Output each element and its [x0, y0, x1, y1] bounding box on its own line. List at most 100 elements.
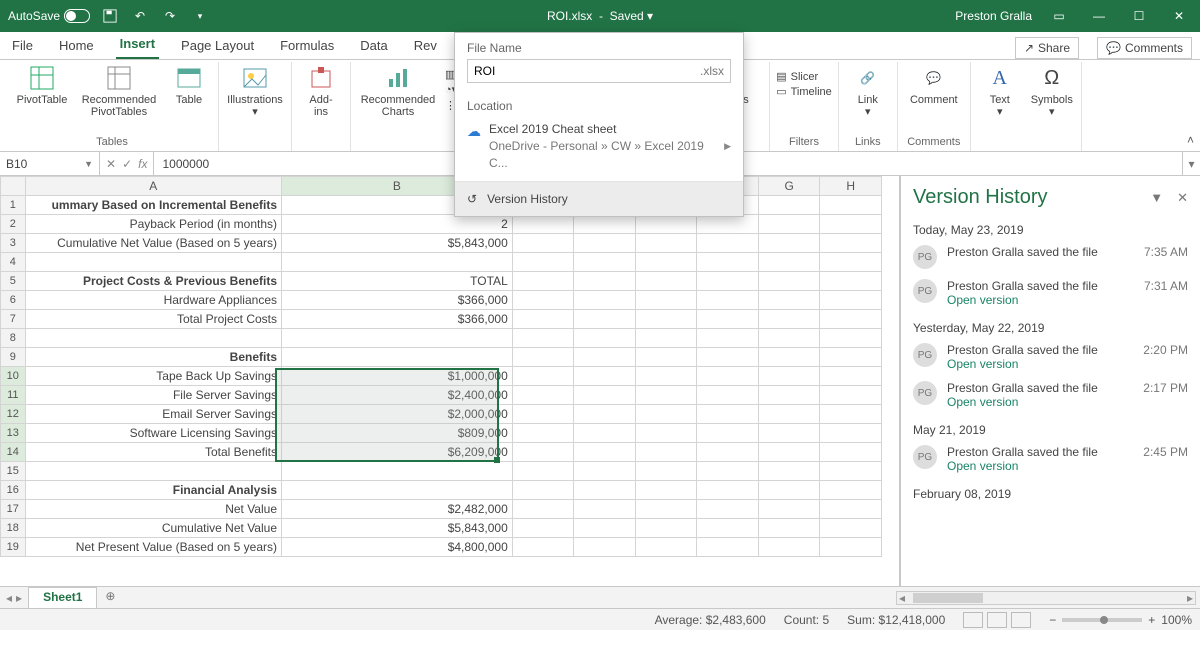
- onedrive-icon: ☁: [467, 123, 481, 140]
- row-header[interactable]: 13: [1, 424, 26, 443]
- prev-sheet-icon[interactable]: ◂: [6, 591, 12, 605]
- horizontal-scrollbar[interactable]: ◂ ▸: [896, 591, 1196, 605]
- location-item[interactable]: ☁ Excel 2019 Cheat sheet OneDrive - Pers…: [455, 117, 743, 181]
- row-header[interactable]: 8: [1, 329, 26, 348]
- status-sum: Sum: $12,418,000: [847, 613, 945, 627]
- row-header[interactable]: 15: [1, 462, 26, 481]
- close-icon[interactable]: ✕: [1166, 9, 1192, 23]
- table-button[interactable]: Table: [166, 64, 212, 106]
- undo-icon[interactable]: ↶: [130, 6, 150, 26]
- redo-icon[interactable]: ↷: [160, 6, 180, 26]
- slicer-button[interactable]: ▤ Slicer: [776, 70, 832, 83]
- spreadsheet-grid[interactable]: ABCDEFGH1ummary Based on Incremental Ben…: [0, 176, 900, 586]
- collapse-ribbon-icon[interactable]: ˄: [1187, 133, 1194, 147]
- page-layout-view-icon[interactable]: [987, 612, 1007, 628]
- vh-entry[interactable]: PG Preston Gralla saved the fileOpen ver…: [913, 343, 1188, 371]
- pivottable-button[interactable]: PivotTable: [12, 64, 72, 106]
- filename-field[interactable]: .xlsx: [467, 59, 731, 83]
- tab-formulas[interactable]: Formulas: [276, 34, 338, 59]
- normal-view-icon[interactable]: [963, 612, 983, 628]
- filename-input[interactable]: [468, 64, 694, 78]
- col-header[interactable]: A: [25, 177, 281, 196]
- zoom-control[interactable]: −+ 100%: [1049, 613, 1192, 627]
- name-box[interactable]: B10▼: [0, 152, 100, 175]
- avatar: PG: [913, 381, 937, 405]
- row-header[interactable]: 12: [1, 405, 26, 424]
- row-header[interactable]: 16: [1, 481, 26, 500]
- vh-entry[interactable]: PG Preston Gralla saved the file 7:35 AM: [913, 245, 1188, 269]
- next-sheet-icon[interactable]: ▸: [16, 591, 22, 605]
- vh-date-group: May 21, 2019: [913, 423, 1188, 437]
- link-button[interactable]: 🔗Link▾: [845, 64, 891, 118]
- status-average: Average: $2,483,600: [655, 613, 766, 627]
- recommended-charts-button[interactable]: Recommended Charts: [357, 64, 439, 118]
- tab-file[interactable]: File: [8, 34, 37, 59]
- row-header[interactable]: 2: [1, 215, 26, 234]
- pane-menu-icon[interactable]: ▼: [1150, 190, 1163, 206]
- document-title[interactable]: ROI.xlsx - Saved ▾: [547, 9, 653, 23]
- save-icon[interactable]: [100, 6, 120, 26]
- avatar: PG: [913, 343, 937, 367]
- tab-data[interactable]: Data: [356, 34, 391, 59]
- addins-button[interactable]: Add- ins: [298, 64, 344, 118]
- sheet-tab[interactable]: Sheet1: [28, 587, 97, 608]
- account-name[interactable]: Preston Gralla: [955, 9, 1032, 23]
- chevron-right-icon: ▶: [724, 141, 731, 152]
- col-header[interactable]: G: [758, 177, 820, 196]
- row-header[interactable]: 4: [1, 253, 26, 272]
- row-header[interactable]: 3: [1, 234, 26, 253]
- symbols-button[interactable]: ΩSymbols▾: [1029, 64, 1075, 118]
- row-header[interactable]: 14: [1, 443, 26, 462]
- timeline-button[interactable]: ▭ Timeline: [776, 85, 832, 98]
- share-button[interactable]: ↗ Share: [1015, 37, 1079, 59]
- illustrations-button[interactable]: Illustrations▾: [225, 64, 285, 118]
- location-label: Location: [455, 91, 743, 117]
- ribbon-options-icon[interactable]: ▭: [1046, 9, 1072, 23]
- open-version-link[interactable]: Open version: [947, 395, 1018, 409]
- vh-entry[interactable]: PG Preston Gralla saved the fileOpen ver…: [913, 445, 1188, 473]
- open-version-link[interactable]: Open version: [947, 293, 1018, 307]
- row-header[interactable]: 6: [1, 291, 26, 310]
- open-version-link[interactable]: Open version: [947, 357, 1018, 371]
- row-header[interactable]: 7: [1, 310, 26, 329]
- avatar: PG: [913, 445, 937, 469]
- vh-entry[interactable]: PG Preston Gralla saved the fileOpen ver…: [913, 279, 1188, 307]
- avatar: PG: [913, 279, 937, 303]
- comment-button[interactable]: 💬Comment: [904, 64, 964, 106]
- tab-rev[interactable]: Rev: [410, 34, 441, 59]
- text-button[interactable]: AText▾: [977, 64, 1023, 118]
- avatar: PG: [913, 245, 937, 269]
- history-icon: ↺: [467, 192, 477, 206]
- qat-dropdown-icon[interactable]: ▾: [190, 6, 210, 26]
- accept-formula-icon[interactable]: ✓: [122, 157, 132, 171]
- recommended-pivottables-button[interactable]: Recommended PivotTables: [78, 64, 160, 118]
- row-header[interactable]: 1: [1, 196, 26, 215]
- comments-button[interactable]: 💬 Comments: [1097, 37, 1192, 59]
- open-version-link[interactable]: Open version: [947, 459, 1018, 473]
- row-header[interactable]: 5: [1, 272, 26, 291]
- vh-entry[interactable]: PG Preston Gralla saved the fileOpen ver…: [913, 381, 1188, 409]
- fx-icon[interactable]: fx: [138, 157, 147, 171]
- tab-page-layout[interactable]: Page Layout: [177, 34, 258, 59]
- row-header[interactable]: 19: [1, 538, 26, 557]
- row-header[interactable]: 18: [1, 519, 26, 538]
- version-history-title: Version History: [913, 186, 1048, 209]
- minimize-icon[interactable]: —: [1086, 9, 1112, 23]
- page-break-view-icon[interactable]: [1011, 612, 1031, 628]
- row-header[interactable]: 10: [1, 367, 26, 386]
- cancel-formula-icon[interactable]: ✕: [106, 157, 116, 171]
- new-sheet-icon[interactable]: ⊕: [97, 587, 123, 608]
- maximize-icon[interactable]: ☐: [1126, 9, 1152, 23]
- version-history-item[interactable]: ↺ Version History: [455, 181, 743, 216]
- pane-close-icon[interactable]: ✕: [1177, 190, 1188, 206]
- row-header[interactable]: 17: [1, 500, 26, 519]
- tab-insert[interactable]: Insert: [116, 32, 159, 59]
- autosave-toggle[interactable]: AutoSave: [8, 9, 90, 23]
- vh-date-group: Yesterday, May 22, 2019: [913, 321, 1188, 335]
- row-header[interactable]: 11: [1, 386, 26, 405]
- filename-dropdown: File Name .xlsx Location ☁ Excel 2019 Ch…: [454, 32, 744, 217]
- row-header[interactable]: 9: [1, 348, 26, 367]
- col-header[interactable]: H: [820, 177, 882, 196]
- expand-formula-bar-icon[interactable]: ▾: [1182, 152, 1200, 175]
- tab-home[interactable]: Home: [55, 34, 98, 59]
